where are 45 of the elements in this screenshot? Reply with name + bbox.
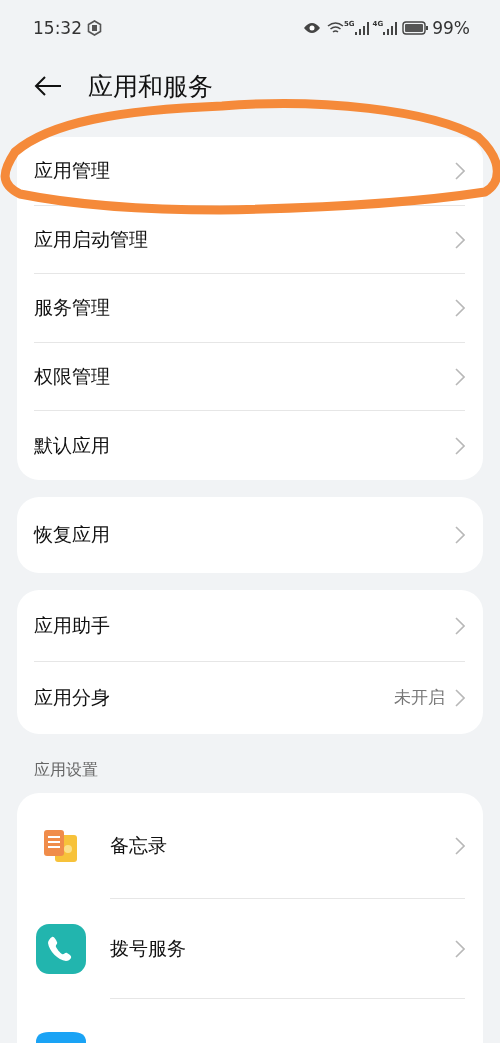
item-label: 应用启动管理 xyxy=(34,226,149,252)
page-title: 应用和服务 xyxy=(88,70,213,103)
app-icon xyxy=(36,1031,86,1043)
battery-icon xyxy=(402,21,430,35)
item-label: 应用助手 xyxy=(34,612,111,638)
chevron-icon xyxy=(455,436,465,455)
item-label: 拨号服务 xyxy=(110,935,187,961)
item-label: 应用管理 xyxy=(34,158,111,184)
item-label: 恢复应用 xyxy=(34,521,111,547)
signal-icon xyxy=(383,21,398,35)
status-time: 15:32 xyxy=(33,18,82,38)
item-label: 默认应用 xyxy=(34,432,111,458)
chevron-icon xyxy=(455,368,465,387)
settings-item[interactable]: 应用管理 xyxy=(17,137,483,206)
shield-icon xyxy=(87,20,102,36)
back-icon[interactable] xyxy=(34,76,62,96)
settings-item[interactable]: 权限管理 xyxy=(17,342,483,412)
settings-item[interactable]: 服务管理 xyxy=(17,274,483,343)
item-value: 未开启 xyxy=(394,686,445,710)
chevron-icon xyxy=(455,162,465,181)
settings-item[interactable]: 默认应用 xyxy=(17,411,483,480)
chevron-icon xyxy=(455,836,465,855)
item-label: 应用分身 xyxy=(34,684,111,710)
item-label: 权限管理 xyxy=(34,364,111,390)
item-label: 备忘录 xyxy=(110,832,168,858)
chevron-icon xyxy=(455,230,465,249)
notes-icon xyxy=(43,828,79,863)
chevron-icon xyxy=(455,688,465,707)
settings-item[interactable]: 应用分身 未开启 xyxy=(17,661,483,734)
section-title: 应用设置 xyxy=(33,758,99,781)
signal-icon xyxy=(354,21,369,35)
app-item[interactable]: 拨号服务 xyxy=(17,898,483,999)
settings-item[interactable]: 应用启动管理 xyxy=(17,205,483,275)
chevron-icon xyxy=(455,939,465,958)
app-item[interactable]: 备忘录 xyxy=(17,792,483,899)
settings-item[interactable]: 应用助手 xyxy=(17,589,483,662)
wifi-icon xyxy=(326,21,344,35)
chevron-icon xyxy=(455,616,465,635)
settings-item[interactable]: 恢复应用 xyxy=(17,496,483,573)
battery-level: 99% xyxy=(432,18,470,38)
item-label: 服务管理 xyxy=(34,295,111,321)
eye-icon xyxy=(302,22,321,34)
chevron-icon xyxy=(455,299,465,318)
phone-icon xyxy=(36,923,86,974)
chevron-icon xyxy=(455,525,465,544)
